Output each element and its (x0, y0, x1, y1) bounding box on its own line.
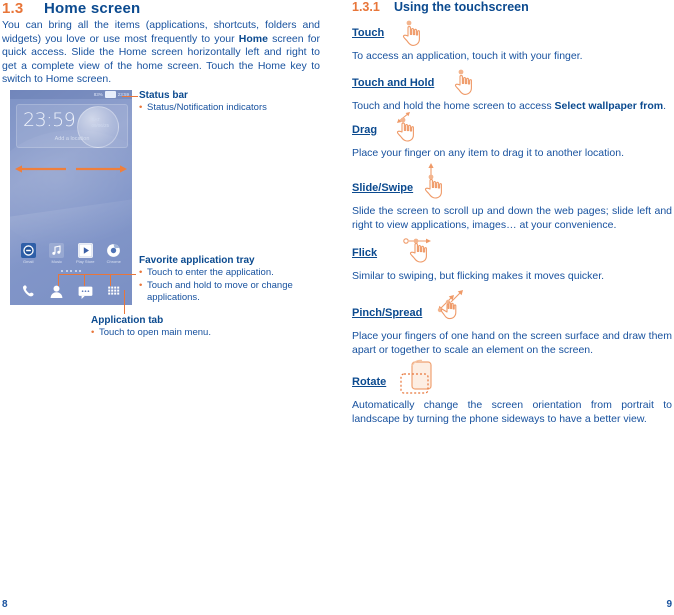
gesture-block-slide-swipe: Slide/Swipe Slide the screen to scroll u… (352, 163, 672, 232)
clock-widget-day-line2: 09/06/25 (91, 122, 109, 128)
leader-line-tray-hook-contacts (84, 274, 86, 286)
gesture-block-touch-and-hold: Touch and Hold Touch and hold the home s… (352, 69, 672, 114)
swipe-direction-arrows (15, 165, 127, 173)
callout-favorite-tray-continuation: applications. (147, 292, 200, 304)
callout-status-bar-title: Status bar (139, 90, 188, 101)
page-dot (61, 270, 63, 272)
section-heading-home-screen: 1.3 Home screen (2, 0, 140, 17)
home-page-indicator-dots (10, 270, 132, 272)
gesture-label-flick: Flick (352, 247, 378, 259)
gesture-desc-flick: Similar to swiping, but flicking makes i… (352, 270, 605, 282)
page-dot (70, 270, 72, 272)
callout-application-tab-title: Application tab (91, 315, 164, 326)
app-cell-play-store[interactable]: Play Store (73, 243, 97, 265)
arrow-right-head (120, 165, 127, 173)
clock-widget[interactable]: 23:59 SAT 09/06/25 Add a location (16, 104, 128, 148)
callout-favorite-tray-bullet-2: Touch and hold to move or change (139, 280, 335, 293)
subsection-number: 1.3.1 (352, 0, 380, 14)
gesture-desc-pinch-spread: Place your fingers of one hand on the sc… (352, 330, 672, 356)
gmail-icon (20, 243, 36, 258)
emphasised-term: Home (238, 32, 268, 45)
pinch-spread-hand-icon (437, 290, 463, 320)
touch-hold-hand-icon (454, 69, 472, 95)
drag-hand-icon (396, 112, 414, 142)
gesture-label-drag: Drag (352, 124, 378, 136)
section-heading-using-touchscreen: 1.3.1 Using the touchscreen (352, 0, 529, 14)
leader-line-status-bar (122, 96, 138, 98)
rotate-device-icon (400, 359, 432, 394)
leader-line-tray-hook-messaging (110, 274, 112, 286)
app-label-play-store: Play Store (76, 259, 95, 264)
app-grid: Gmail Music Play Store Chrome (14, 243, 128, 265)
slide-hand-icon (424, 163, 442, 199)
page-dot (74, 270, 77, 272)
leader-line-app-tab-vertical (124, 290, 126, 314)
intro-paragraph: You can bring all the items (application… (2, 19, 320, 87)
leader-line-tray-hook-phone (58, 274, 60, 286)
app-label-chrome: Chrome (106, 259, 121, 264)
app-cell-gmail[interactable]: Gmail (16, 243, 40, 265)
app-label-gmail: Gmail (23, 259, 34, 264)
callout-favorite-tray: Favorite application tray Touch to enter… (139, 254, 335, 305)
app-cell-chrome[interactable]: Chrome (102, 243, 126, 265)
callout-favorite-tray-bullet-1: Touch to enter the application. (139, 267, 335, 280)
clock-widget-time: 23:59 (23, 109, 76, 131)
gesture-block-flick: Flick Similar to swiping, but flicking m… (352, 238, 672, 284)
page-number-right: 9 (666, 599, 672, 610)
callout-application-tab-bullet-1: Touch to open main menu. (91, 327, 291, 340)
left-page: 1.3 Home screen You can bring all the it… (0, 0, 340, 615)
chrome-icon (106, 243, 121, 258)
touch-hand-icon (402, 20, 420, 46)
gesture-desc-rotate: Automatically change the screen orientat… (352, 399, 672, 425)
gesture-desc-drag: Place your finger on any item to drag it… (352, 147, 624, 159)
emphasised-term: Select wallpaper from (554, 100, 664, 112)
music-icon (49, 243, 65, 258)
battery-icon (104, 91, 116, 98)
app-drawer-icon[interactable] (105, 283, 122, 300)
gesture-block-pinch-spread: Pinch/Spread Place your fingers of one h… (352, 290, 672, 357)
gesture-label-rotate: Rotate (352, 376, 387, 388)
gesture-block-drag: Drag Place your finger on any item to dr… (352, 112, 672, 161)
gesture-block-touch: Touch To access an application, touch it… (352, 20, 672, 64)
gesture-desc-touch: To access an application, touch it with … (352, 50, 583, 62)
clock-widget-day: SAT 09/06/25 (91, 117, 109, 128)
callout-status-bar: Status bar Status/Notification indicator… (139, 89, 334, 115)
callout-favorite-tray-title: Favorite application tray (139, 255, 255, 266)
intro-paragraph-wrap: You can bring all the items (application… (2, 19, 320, 87)
status-bar: 83% 23:59 (10, 90, 132, 99)
gesture-label-touch-and-hold: Touch and Hold (352, 77, 435, 89)
gesture-desc-touch-and-hold: Touch and hold the home screen to access… (352, 100, 672, 114)
phone-icon[interactable] (20, 283, 37, 300)
flick-hand-icon (403, 238, 431, 263)
intro-text: You can bring all the items (application… (2, 19, 320, 86)
arrow-left-head (15, 165, 22, 173)
subsection-title: Using the touchscreen (394, 0, 529, 14)
section-title: Home screen (44, 0, 141, 17)
home-screen-illustration: 83% 23:59 23:59 SAT 09/06/25 Add a locat… (10, 90, 132, 305)
callout-application-tab: Application tab Touch to open main menu. (91, 314, 291, 340)
callout-status-bar-bullet-1: Status/Notification indicators (139, 102, 334, 115)
section-number: 1.3 (2, 0, 24, 17)
gesture-label-pinch-spread: Pinch/Spread (352, 307, 423, 319)
battery-percent-label: 83% (93, 92, 103, 97)
app-cell-music[interactable]: Music (45, 243, 69, 265)
page-dot (65, 270, 68, 272)
right-page: 1.3.1 Using the touchscreen Touch To acc… (350, 0, 674, 615)
app-label-music: Music (51, 259, 62, 264)
page-number-left: 8 (2, 599, 8, 610)
contacts-icon[interactable] (48, 283, 65, 300)
gesture-label-slide-swipe: Slide/Swipe (352, 182, 414, 194)
page-dot (79, 270, 81, 272)
gesture-label-touch: Touch (352, 27, 385, 39)
gesture-desc-slide-swipe: Slide the screen to scroll up and down t… (352, 205, 672, 231)
play-store-icon (77, 243, 93, 258)
gesture-block-rotate: Rotate Automatically change the screen o… (352, 359, 672, 426)
gesture-desc-touch-and-hold-text: Touch and hold the home screen to access… (352, 100, 667, 112)
add-location-label: Add a location (54, 136, 90, 142)
leader-line-tray-horizontal (58, 274, 136, 276)
